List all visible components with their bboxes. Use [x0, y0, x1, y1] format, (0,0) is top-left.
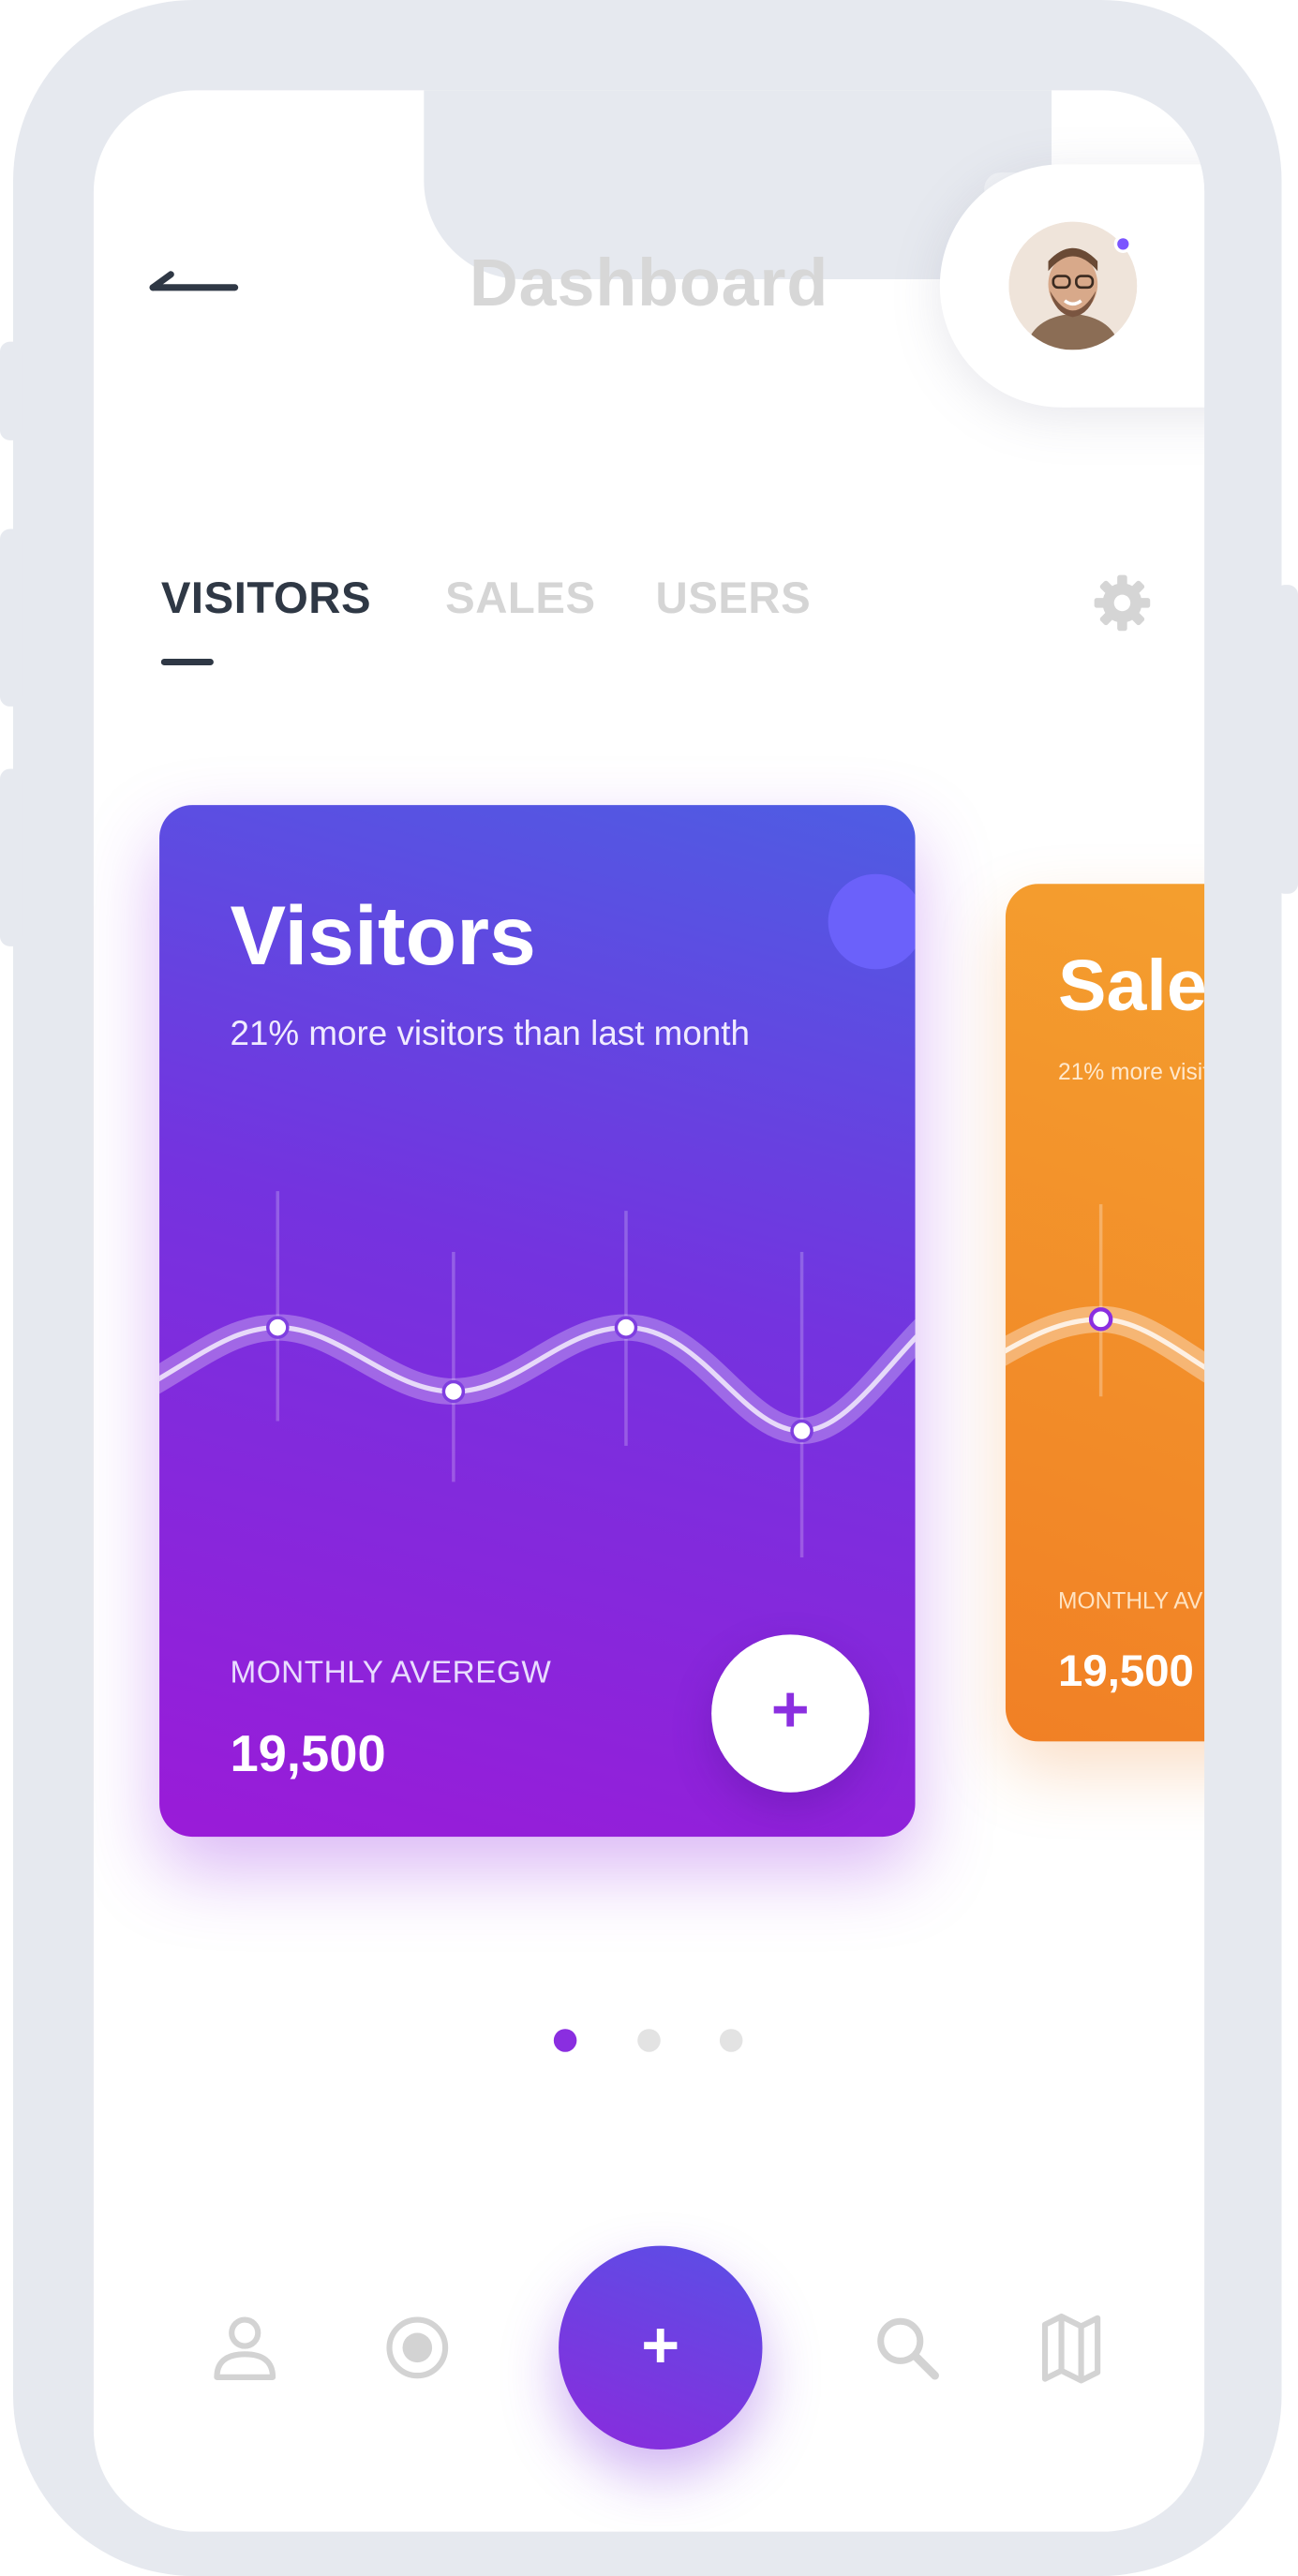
active-tab-indicator — [160, 659, 214, 666]
monthly-average-value: 19,500 — [1058, 1645, 1194, 1696]
visitors-card[interactable]: Visitors 21% more visitors than last mon… — [159, 805, 916, 1838]
map-icon[interactable] — [1036, 2312, 1108, 2384]
app-screen: Dashboard VISITORS SALES USERS Visitors … — [93, 90, 1205, 2532]
card-subtitle: 21% more visitors than last month — [1058, 1058, 1204, 1085]
back-arrow-icon[interactable] — [148, 261, 240, 311]
pager-dot[interactable] — [637, 2029, 661, 2052]
pager-dot[interactable] — [719, 2029, 743, 2052]
plus-icon: + — [770, 1674, 810, 1747]
monthly-average-value: 19,500 — [230, 1724, 386, 1783]
online-indicator — [1113, 234, 1132, 253]
monthly-average-label: MONTHLY AVEREGW — [1058, 1586, 1204, 1614]
phone-button — [1275, 585, 1298, 894]
phone-button — [0, 768, 23, 946]
gear-icon[interactable] — [1089, 570, 1155, 635]
pager-dot[interactable] — [553, 2029, 577, 2052]
card-title: Visitors — [230, 888, 536, 983]
sales-card[interactable]: Sales 21% more visitors than last month … — [1005, 884, 1205, 1742]
user-icon[interactable] — [209, 2312, 281, 2384]
add-icon: + — [641, 2309, 680, 2383]
search-icon[interactable] — [871, 2312, 943, 2384]
tab-sales[interactable]: SALES — [445, 573, 595, 624]
card-subtitle: 21% more visitors than last month — [230, 1015, 751, 1053]
tab-users[interactable]: USERS — [656, 573, 812, 624]
card-indicator-dot — [828, 873, 916, 970]
tab-visitors[interactable]: VISITORS — [161, 573, 371, 624]
phone-button — [0, 341, 23, 440]
card-add-button[interactable]: + — [711, 1634, 870, 1793]
add-button[interactable]: + — [559, 2245, 763, 2450]
card-title: Sales — [1058, 946, 1205, 1027]
monthly-average-label: MONTHLY AVEREGW — [230, 1656, 552, 1691]
page-title: Dashboard — [469, 245, 829, 320]
phone-button — [0, 529, 23, 707]
record-icon[interactable] — [381, 2312, 454, 2384]
